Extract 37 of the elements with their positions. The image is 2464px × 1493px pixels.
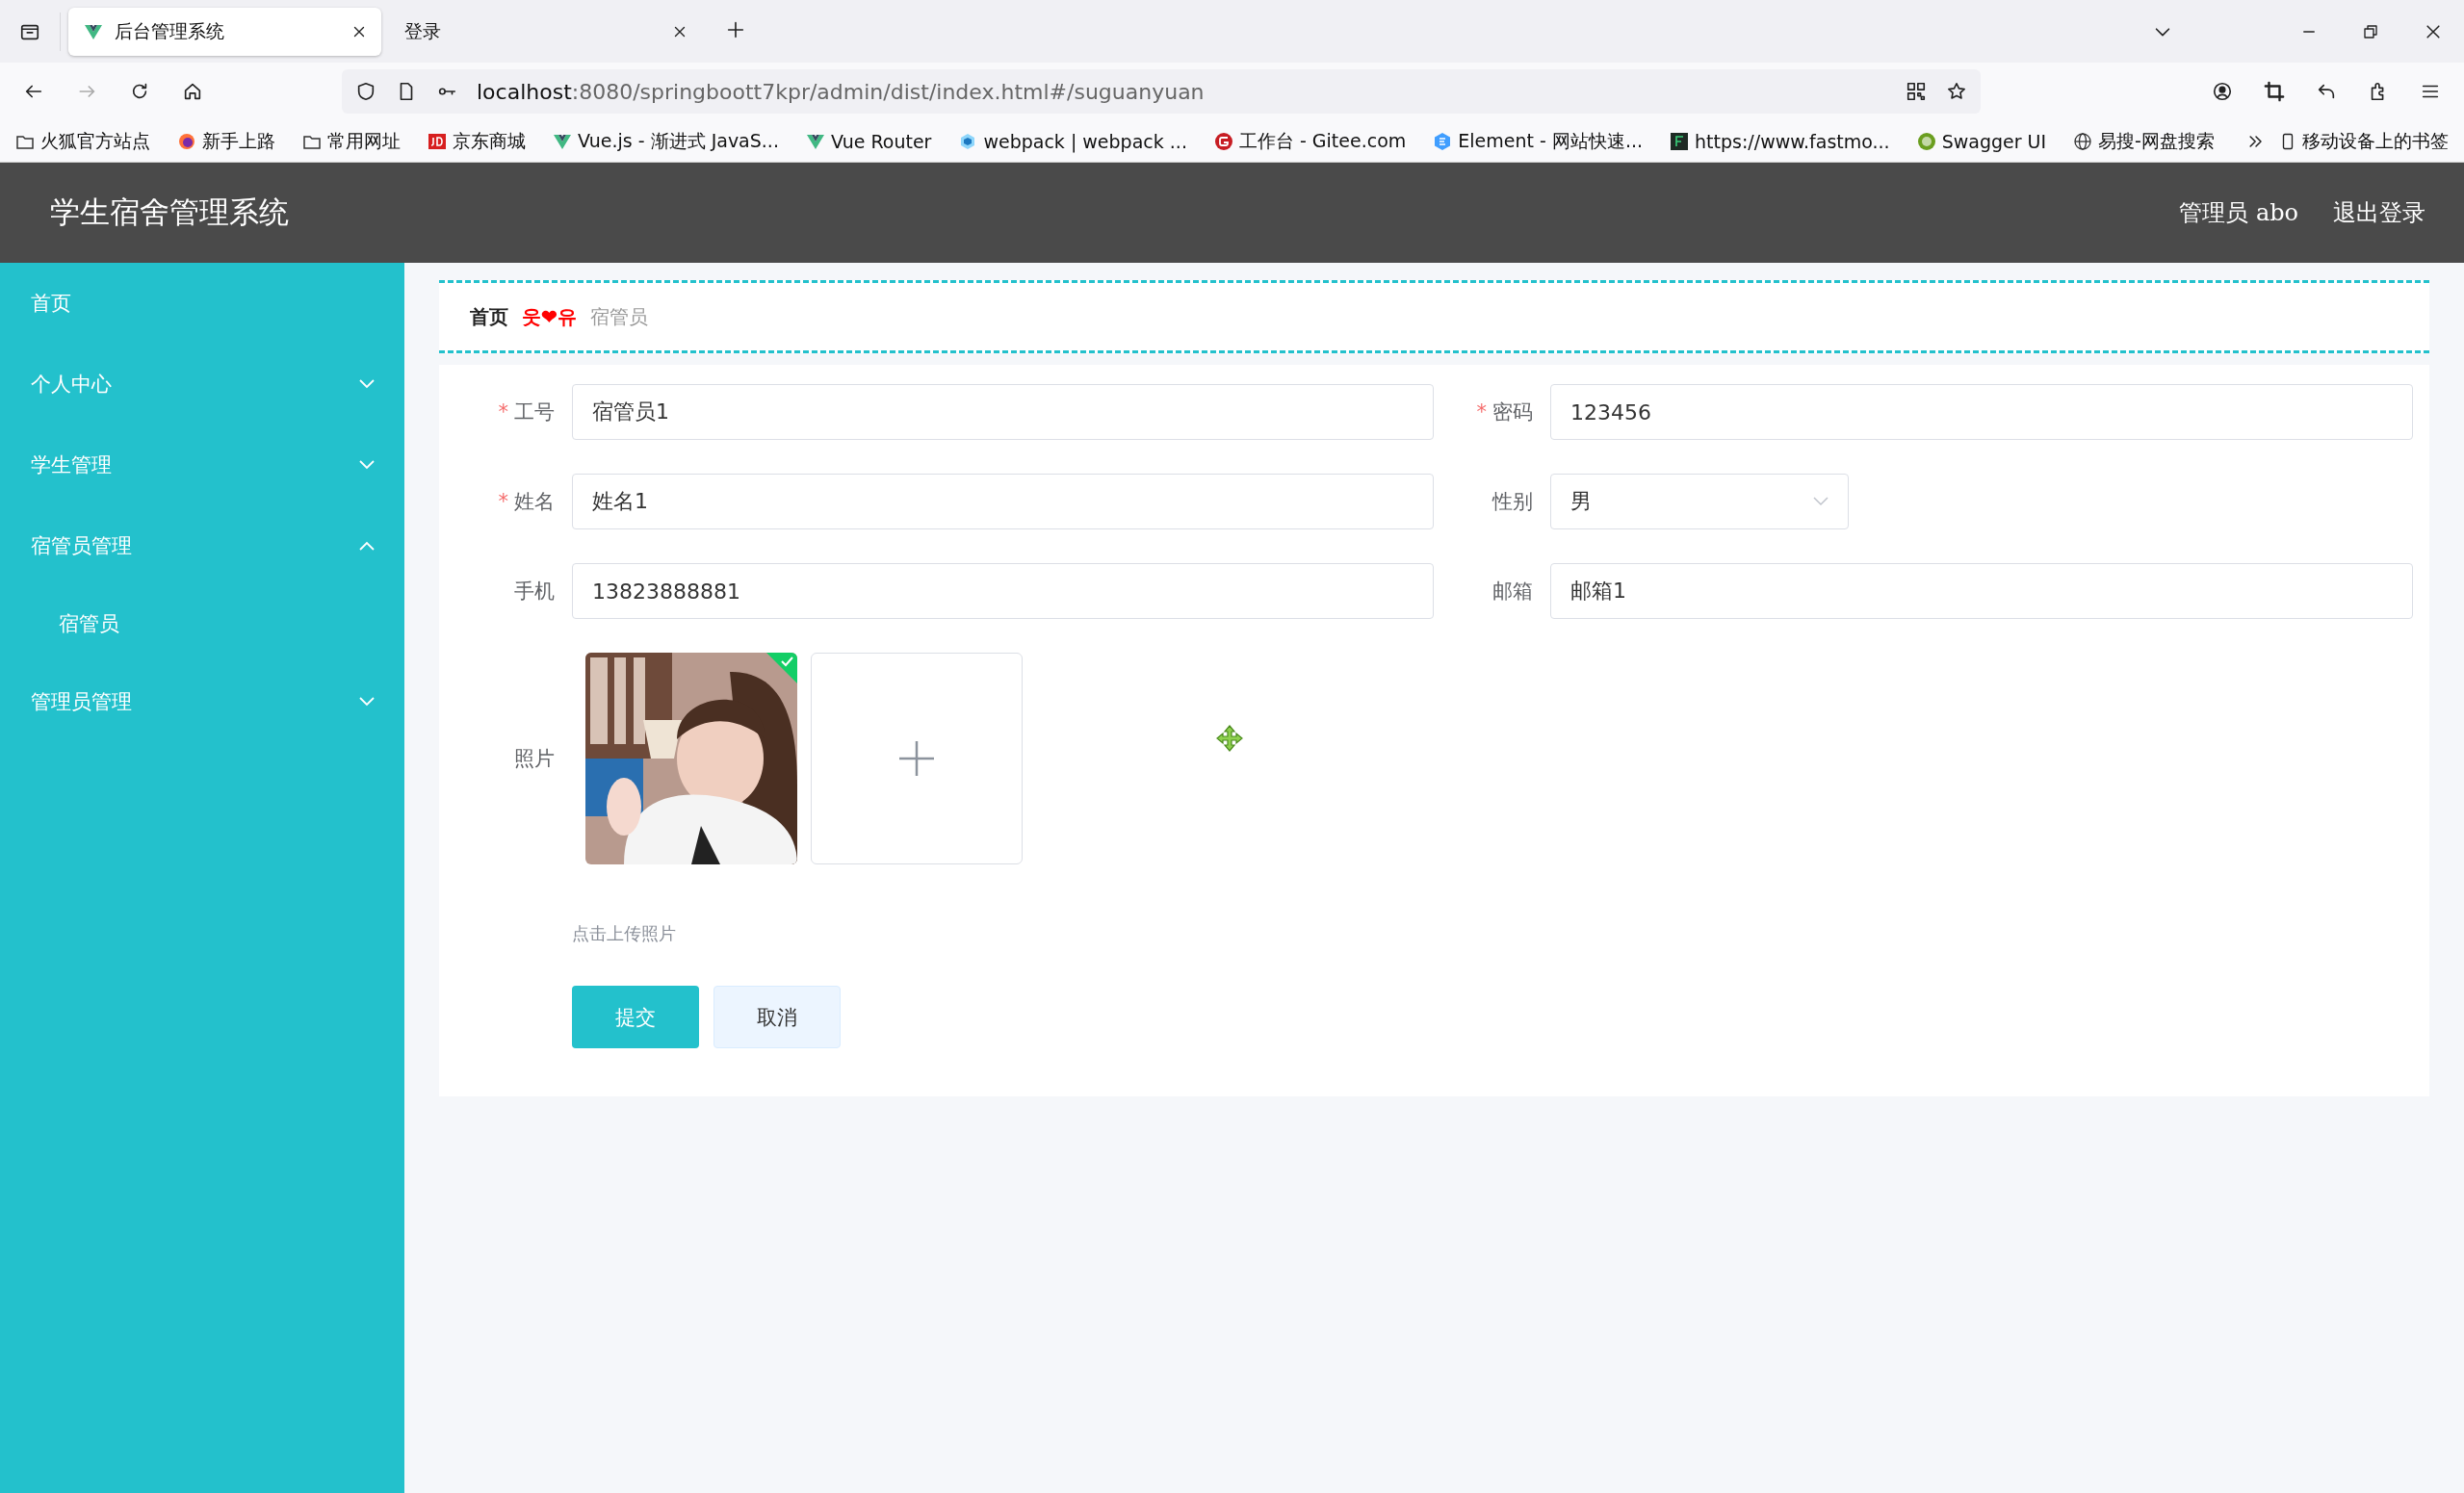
field-label: * 姓名 xyxy=(497,489,555,515)
breadcrumb-item[interactable]: 首页 xyxy=(470,303,508,330)
bookmark[interactable]: 移动设备上的书签 xyxy=(2279,128,2449,154)
bookmark[interactable]: Vue Router xyxy=(805,130,932,152)
input-field[interactable]: 宿管员1 xyxy=(572,384,1434,440)
app-title: 学生宿舍管理系统 xyxy=(50,193,289,231)
select-field[interactable]: 男 xyxy=(1550,474,1849,529)
browser-tab[interactable]: 登录 xyxy=(389,7,702,56)
browser-tab[interactable]: 后台管理系统 xyxy=(68,7,381,56)
input-field[interactable]: 123456 xyxy=(1550,384,2413,440)
bookmark[interactable]: 京东商城 xyxy=(428,128,526,154)
address-bar[interactable]: localhost:8080/springboott7kpr/admin/dist/index.html#/suguanyuan xyxy=(342,69,1981,114)
field-label: 照片 xyxy=(513,746,555,772)
breadcrumb-separator: 웃❤유 xyxy=(522,303,577,330)
upload-hint: 点击上传照片 xyxy=(572,922,676,945)
field-label: 手机 xyxy=(513,579,555,605)
logout-link[interactable]: 退出登录 xyxy=(2333,197,2425,228)
cancel-button[interactable]: 取消 xyxy=(713,986,841,1048)
bookmark[interactable]: Swagger UI xyxy=(1916,130,2047,152)
input-field[interactable]: 姓名1 xyxy=(572,474,1434,529)
field-label: 邮箱 xyxy=(1491,579,1533,605)
user-label: 管理员 abo xyxy=(2179,198,2298,228)
bookmark[interactable]: 火狐官方站点 xyxy=(15,128,150,154)
bookmark[interactable]: 常用网址 xyxy=(302,128,401,154)
breadcrumb-item: 宿管员 xyxy=(590,303,648,330)
bookmark[interactable]: Vue.js - 渐进式 JavaS... xyxy=(553,128,779,154)
bookmark[interactable]: 新手上路 xyxy=(177,128,275,154)
bookmark[interactable]: 工作台 - Gitee.com xyxy=(1213,128,1407,154)
field-label: * 工号 xyxy=(497,399,555,425)
bookmark[interactable]: https://www.fastmo... xyxy=(1670,130,1890,152)
input-field[interactable]: 13823888881 xyxy=(572,563,1434,619)
input-field[interactable]: 邮箱1 xyxy=(1550,563,2413,619)
bookmark[interactable]: 易搜-网盘搜索 xyxy=(2073,128,2215,154)
bookmark[interactable]: webpack | webpack ... xyxy=(958,130,1187,152)
field-label: 性别 xyxy=(1491,489,1533,515)
field-label: * 密码 xyxy=(1475,399,1533,425)
bookmark[interactable]: Element - 网站快速... xyxy=(1433,128,1644,154)
